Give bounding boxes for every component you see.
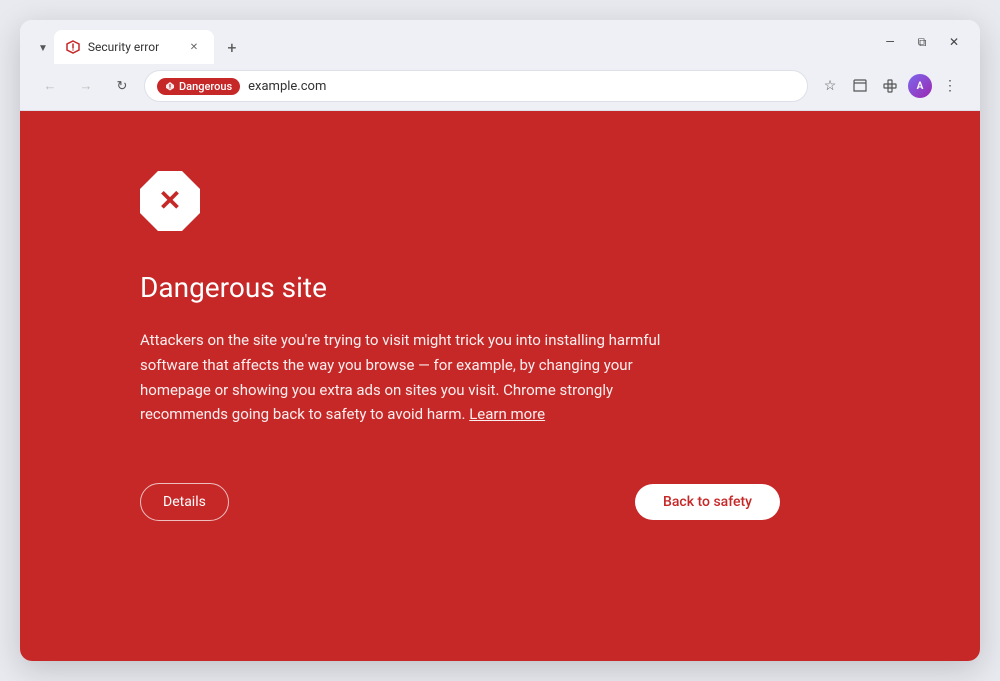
url-text: example.com bbox=[248, 79, 795, 94]
url-bar[interactable]: Dangerous example.com bbox=[144, 70, 808, 102]
extensions-icon bbox=[882, 78, 898, 94]
tab-selector-arrow: ▼ bbox=[38, 43, 48, 54]
close-button[interactable]: ✕ bbox=[940, 28, 968, 56]
new-tab-button[interactable]: + bbox=[218, 33, 246, 61]
dangerous-badge-label: Dangerous bbox=[179, 80, 232, 93]
maximize-button[interactable]: ⧉ bbox=[908, 28, 936, 56]
tab-selector[interactable]: ▼ bbox=[32, 32, 54, 64]
download-button[interactable] bbox=[846, 72, 874, 100]
tab-group: ▼ Security error ✕ + bbox=[32, 30, 246, 64]
minimize-button[interactable]: — bbox=[876, 28, 904, 56]
error-x-icon: ✕ bbox=[158, 187, 181, 215]
learn-more-link[interactable]: Learn more bbox=[469, 405, 545, 423]
profile-avatar: A bbox=[908, 74, 932, 98]
window-controls: — ⧉ ✕ bbox=[876, 28, 968, 64]
address-bar: ← → ↻ Dangerous example.com ☆ bbox=[20, 64, 980, 111]
browser-window: ▼ Security error ✕ + — ⧉ ✕ ← bbox=[20, 20, 980, 661]
forward-button[interactable]: → bbox=[72, 72, 100, 100]
profile-button[interactable]: A bbox=[906, 72, 934, 100]
title-bar: ▼ Security error ✕ + — ⧉ ✕ bbox=[20, 20, 980, 64]
warning-icon bbox=[165, 81, 175, 91]
download-icon bbox=[852, 78, 868, 94]
error-title: Dangerous site bbox=[140, 271, 327, 304]
details-button[interactable]: Details bbox=[140, 483, 229, 521]
back-to-safety-button[interactable]: Back to safety bbox=[635, 484, 780, 520]
error-icon: ✕ bbox=[140, 171, 200, 231]
error-page: ✕ Dangerous site Attackers on the site y… bbox=[20, 111, 980, 661]
reload-button[interactable]: ↻ bbox=[108, 72, 136, 100]
active-tab[interactable]: Security error ✕ bbox=[54, 30, 214, 64]
toolbar-icons: ☆ A ⋮ bbox=[816, 72, 964, 100]
bookmark-button[interactable]: ☆ bbox=[816, 72, 844, 100]
tab-favicon bbox=[66, 40, 80, 54]
tab-close-button[interactable]: ✕ bbox=[186, 39, 202, 55]
error-description: Attackers on the site you're trying to v… bbox=[140, 328, 670, 427]
dangerous-badge: Dangerous bbox=[157, 78, 240, 95]
error-description-text: Attackers on the site you're trying to v… bbox=[140, 331, 660, 423]
button-row: Details Back to safety bbox=[140, 483, 780, 521]
extensions-button[interactable] bbox=[876, 72, 904, 100]
back-button[interactable]: ← bbox=[36, 72, 64, 100]
menu-button[interactable]: ⋮ bbox=[936, 72, 964, 100]
tab-title: Security error bbox=[88, 40, 178, 54]
